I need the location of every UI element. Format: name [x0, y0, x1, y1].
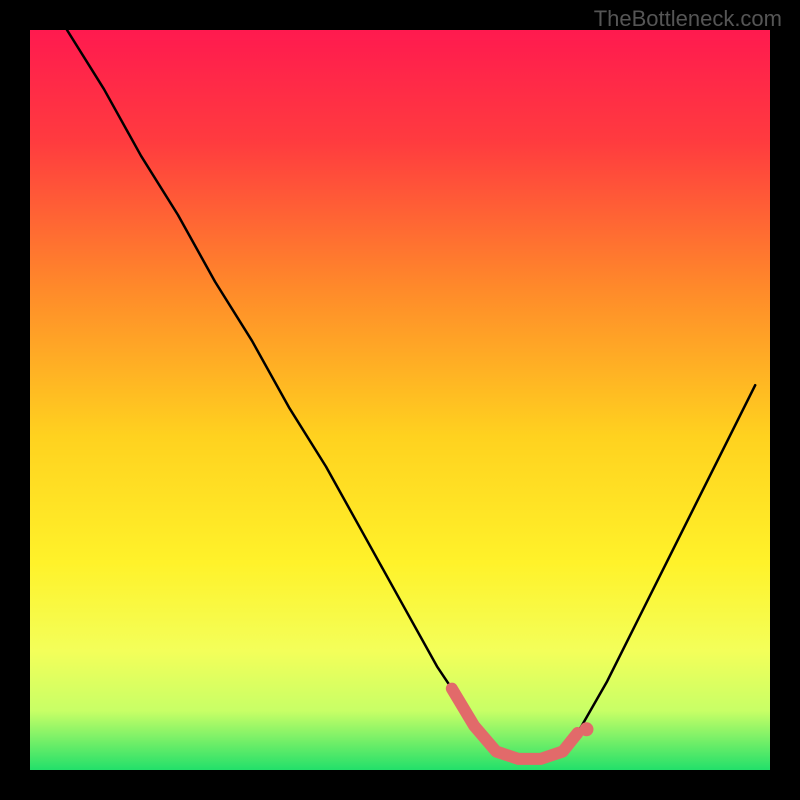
bottleneck-curve [67, 30, 755, 759]
plot-area [30, 30, 770, 770]
optimal-highlight [452, 689, 578, 759]
optimal-highlight-dot [580, 722, 594, 736]
watermark-text: TheBottleneck.com [594, 6, 782, 32]
curve-layer [30, 30, 770, 770]
